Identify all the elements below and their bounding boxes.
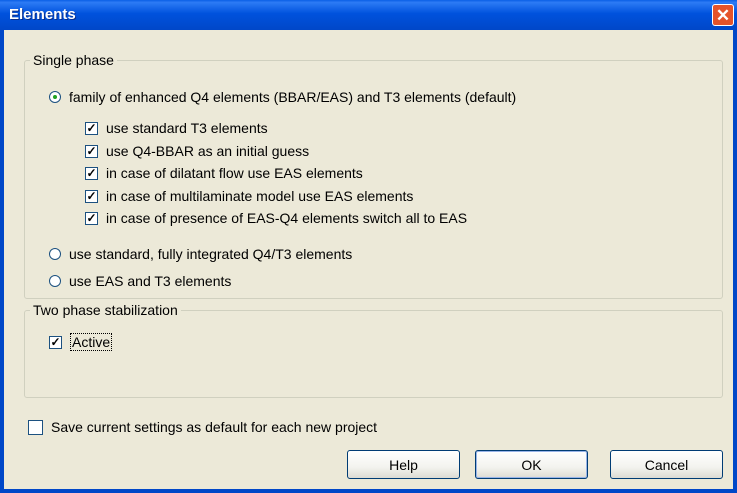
two-phase-legend: Two phase stabilization <box>33 302 178 318</box>
window-frame-bottom <box>0 489 737 493</box>
checkbox-two-phase-active[interactable]: ✓ Active <box>49 333 113 351</box>
close-icon: ✕ <box>715 6 731 25</box>
help-button[interactable]: Help <box>347 450 460 479</box>
checkbox-standard-t3[interactable]: ✓ use standard T3 elements <box>85 120 268 136</box>
checkbox-box[interactable]: ✓ <box>85 121 98 135</box>
checkbox-label: use Q4-BBAR as an initial guess <box>106 143 310 159</box>
radio-button[interactable] <box>49 248 61 260</box>
checkbox-save-default[interactable]: Save current settings as default for eac… <box>28 419 377 435</box>
checkbox-box[interactable] <box>28 419 43 435</box>
title-bar: Elements ✕ <box>0 0 737 30</box>
close-button[interactable]: ✕ <box>712 4 734 26</box>
ok-button[interactable]: OK <box>475 450 588 479</box>
window-frame-right <box>733 30 737 493</box>
radio-eas-label: use EAS and T3 elements <box>69 273 232 289</box>
radio-enhanced-label: family of enhanced Q4 elements (BBAR/EAS… <box>69 89 517 105</box>
radio-standard-elements[interactable]: use standard, fully integrated Q4/T3 ele… <box>49 246 352 262</box>
radio-button[interactable] <box>49 275 61 287</box>
checkbox-box[interactable]: ✓ <box>85 166 98 180</box>
radio-eas-t3-elements[interactable]: use EAS and T3 elements <box>49 273 231 289</box>
checkbox-box[interactable]: ✓ <box>85 211 98 225</box>
checkbox-box[interactable]: ✓ <box>85 144 98 158</box>
radio-standard-label: use standard, fully integrated Q4/T3 ele… <box>69 246 353 262</box>
single-phase-legend: Single phase <box>33 52 114 68</box>
checkbox-dilatant-flow[interactable]: ✓ in case of dilatant flow use EAS eleme… <box>85 165 363 181</box>
checkbox-label: in case of multilaminate model use EAS e… <box>106 188 414 204</box>
active-label: Active <box>70 333 113 351</box>
checkbox-box[interactable]: ✓ <box>49 335 62 349</box>
checkbox-eas-q4-switch[interactable]: ✓ in case of presence of EAS-Q4 elements… <box>85 210 467 226</box>
two-phase-group: Two phase stabilization <box>24 302 723 398</box>
radio-button-selected[interactable] <box>49 91 61 103</box>
checkbox-label: in case of presence of EAS-Q4 elements s… <box>106 210 468 226</box>
checkbox-q4-bbar[interactable]: ✓ use Q4-BBAR as an initial guess <box>85 143 309 159</box>
cancel-button[interactable]: Cancel <box>610 450 723 479</box>
checkbox-multilaminate[interactable]: ✓ in case of multilaminate model use EAS… <box>85 188 413 204</box>
checkbox-label: in case of dilatant flow use EAS element… <box>106 165 363 181</box>
radio-enhanced-elements[interactable]: family of enhanced Q4 elements (BBAR/EAS… <box>49 89 516 105</box>
window-frame-left <box>0 30 4 493</box>
save-default-label: Save current settings as default for eac… <box>51 419 378 435</box>
window-title: Elements <box>9 6 76 23</box>
checkbox-label: use standard T3 elements <box>106 120 268 136</box>
checkbox-box[interactable]: ✓ <box>85 189 98 203</box>
